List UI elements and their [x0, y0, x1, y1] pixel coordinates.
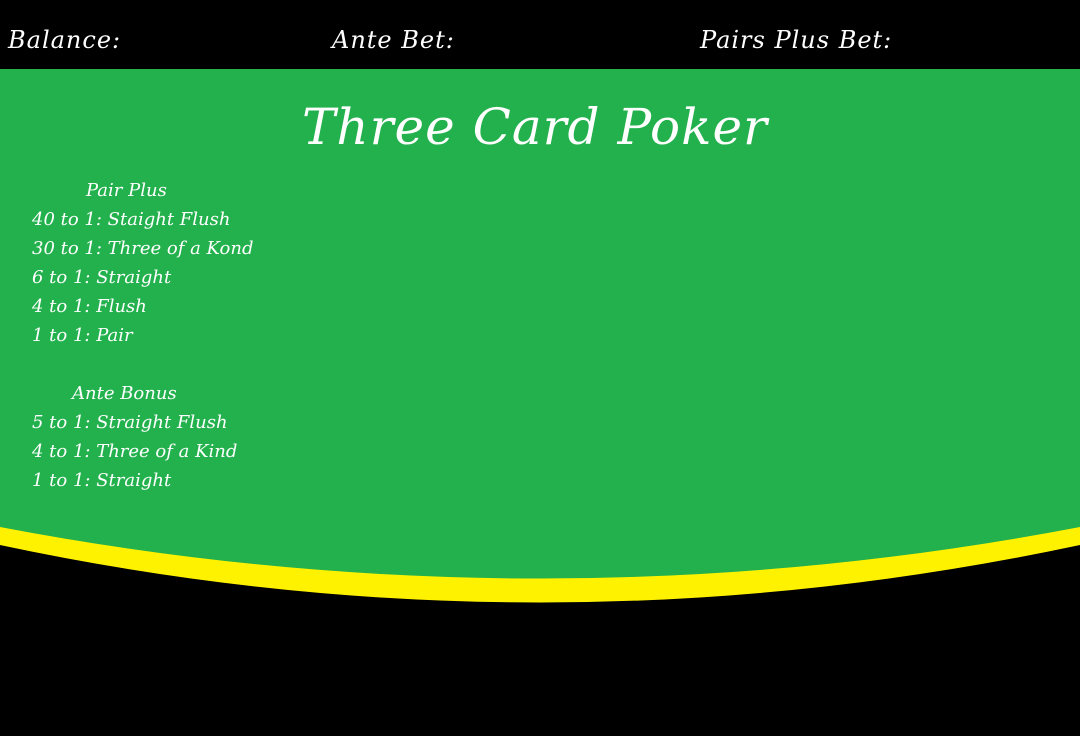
pair-plus-paytable: Pair Plus 40 to 1: Staight Flush 30 to 1… — [32, 176, 253, 350]
paytable-row: 5 to 1: Straight Flush — [32, 412, 228, 433]
status-bar: Balance: Ante Bet: Pairs Plus Bet: — [0, 0, 1080, 69]
pairs-plus-bet-label: Pairs Plus Bet: — [700, 26, 893, 54]
game-title: Three Card Poker — [302, 98, 768, 156]
paytable-row: 6 to 1: Straight — [32, 267, 172, 288]
paytable-row: 4 to 1: Three of a Kind — [32, 441, 238, 462]
paytable-row: 40 to 1: Staight Flush — [32, 209, 231, 230]
ante-bonus-heading: Ante Bonus — [72, 383, 177, 404]
paytable-row: 30 to 1: Three of a Kond — [32, 238, 254, 259]
paytable-row: 4 to 1: Flush — [32, 296, 147, 317]
pair-plus-heading: Pair Plus — [86, 180, 167, 201]
balance-label: Balance: — [8, 26, 122, 54]
paytable-row: 1 to 1: Straight — [32, 470, 172, 491]
paytable-row: 1 to 1: Pair — [32, 325, 133, 346]
ante-bonus-paytable: Ante Bonus 5 to 1: Straight Flush 4 to 1… — [32, 379, 237, 495]
ante-bet-label: Ante Bet: — [332, 26, 455, 54]
